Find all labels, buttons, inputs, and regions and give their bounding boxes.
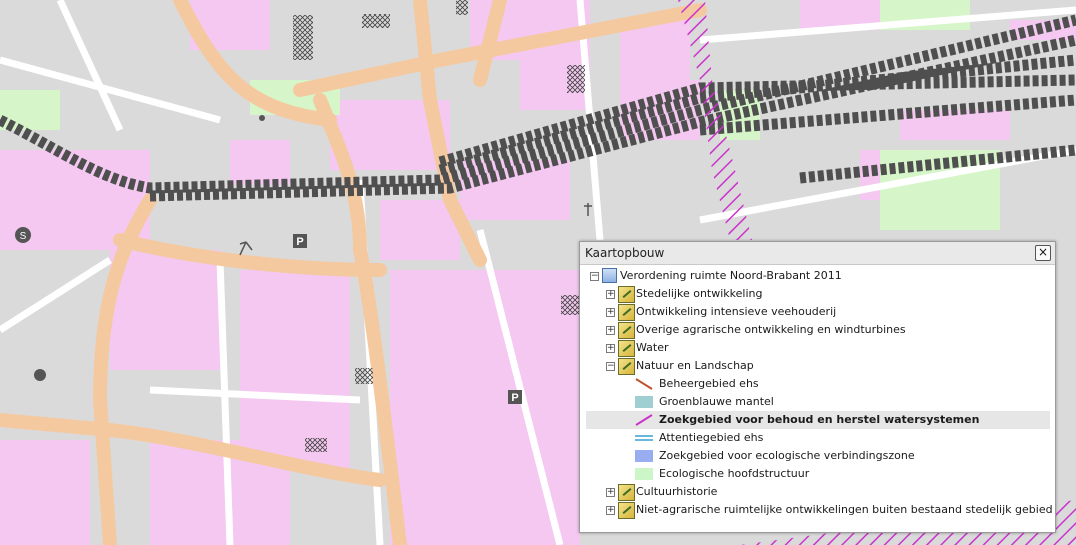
tree-item-label: Stedelijke ontwikkeling [636,287,763,300]
tree-root-label: Verordening ruimte Noord-Brabant 2011 [620,269,842,282]
tree-item-niet-agrarische[interactable]: + Niet-agrarische ruimtelijke ontwikkeli… [580,501,1055,519]
parking-label: P [511,392,518,404]
legend-label: Zoekgebied voor ecologische verbindingsz… [659,449,915,462]
legend-item-ecologische-hoofdstructuur: Ecologische hoofdstructuur [580,465,1055,483]
layer-icon [618,304,635,321]
layer-icon [618,358,635,375]
legend-item-beheergebied-ehs: Beheergebied ehs [580,375,1055,393]
layer-icon [618,502,635,519]
location-dot-icon [34,369,46,381]
layer-panel-header[interactable]: Kaartopbouw × [580,242,1055,265]
double-line-symbol-icon [635,435,653,441]
fill-symbol-icon [635,450,653,462]
layer-icon [618,484,635,501]
tree-item-label: Ontwikkeling intensieve veehouderij [636,305,837,318]
legend-item-zoekgebied-watersystemen[interactable]: Zoekgebied voor behoud en herstel waters… [586,411,1050,429]
tree-item-intensieve-veehouderij[interactable]: + Ontwikkeling intensieve veehouderij [580,303,1055,321]
tree-item-label: Water [636,341,669,354]
location-dot-icon [259,115,265,121]
tree-item-label: Niet-agrarische ruimtelijke ontwikkeling… [636,503,1053,516]
expand-icon[interactable]: + [606,290,615,299]
tree-item-cultuurhistorie[interactable]: + Cultuurhistorie [580,483,1055,501]
close-icon: × [1037,245,1049,259]
legend-item-groenblauwe-mantel: Groenblauwe mantel [580,393,1055,411]
layer-panel: Kaartopbouw × − Verordening ruimte Noord… [579,241,1056,533]
layer-icon [618,340,635,357]
diagonal-line-symbol-icon [635,378,653,390]
expand-icon[interactable]: + [606,506,615,515]
legend-label: Zoekgebied voor behoud en herstel waters… [659,413,980,426]
legend-label: Groenblauwe mantel [659,395,774,408]
tree-item-label: Overige agrarische ontwikkeling en windt… [636,323,906,336]
tree-item-stedelijke-ontwikkeling[interactable]: + Stedelijke ontwikkeling [580,285,1055,303]
tree-item-natuur-en-landschap[interactable]: − Natuur en Landschap [580,357,1055,375]
layer-icon [618,322,635,339]
legend-label: Beheergebied ehs [659,377,759,390]
tree-item-label: Cultuurhistorie [636,485,718,498]
expand-icon[interactable]: + [606,488,615,497]
fill-symbol-icon [635,396,653,408]
close-button[interactable]: × [1035,245,1051,261]
fill-symbol-icon [635,468,653,480]
legend-item-attentiegebied-ehs: Attentiegebied ehs [580,429,1055,447]
tree-root[interactable]: − Verordening ruimte Noord-Brabant 2011 [580,267,1055,285]
expand-icon[interactable]: + [606,344,615,353]
expand-icon[interactable]: + [606,326,615,335]
layer-icon [618,286,635,303]
legend-label: Attentiegebied ehs [659,431,764,444]
tree-item-label: Natuur en Landschap [636,359,754,372]
diagonal-line-symbol-icon [635,414,653,426]
collapse-icon[interactable]: − [590,272,599,281]
expand-icon[interactable]: + [606,308,615,317]
layer-panel-title: Kaartopbouw [585,246,665,260]
tree-item-water[interactable]: + Water [580,339,1055,357]
station-label: S [20,231,27,242]
parking-label: P [296,236,303,248]
legend-label: Ecologische hoofdstructuur [659,467,810,480]
collapse-icon[interactable]: − [606,362,615,371]
legend-item-ecologische-verbindingszone: Zoekgebied voor ecologische verbindingsz… [580,447,1055,465]
map-service-icon [602,268,617,283]
tree-item-overige-agrarische[interactable]: + Overige agrarische ontwikkeling en win… [580,321,1055,339]
